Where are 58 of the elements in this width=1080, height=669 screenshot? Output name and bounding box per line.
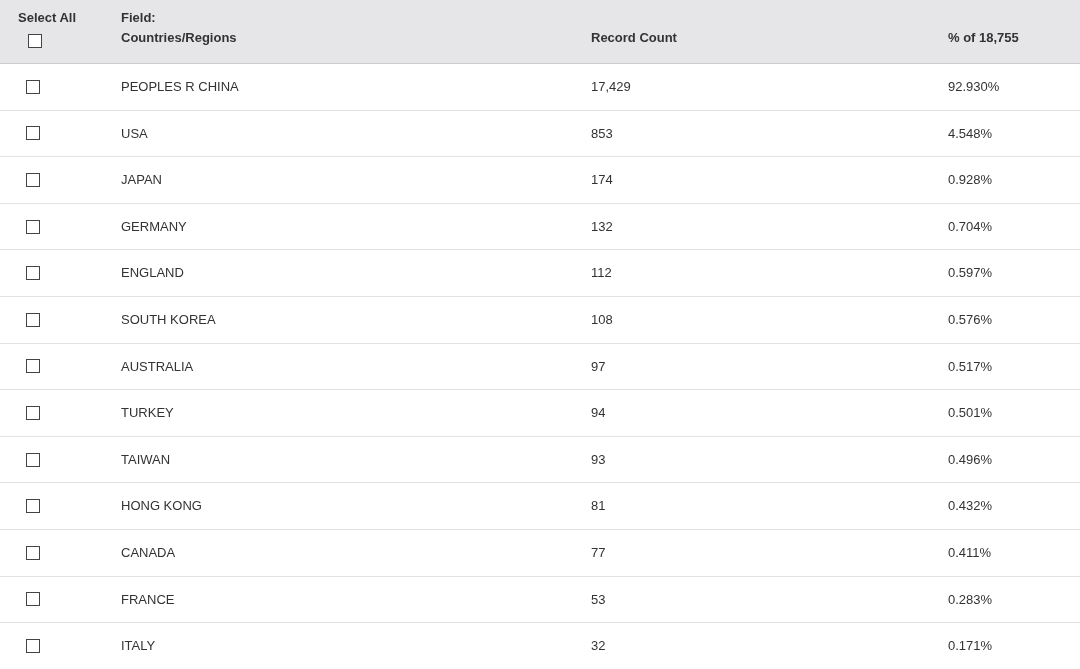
table-cell-text: 17,429 [591, 78, 632, 97]
checkbox[interactable] [26, 312, 40, 327]
table-cell-text: ITALY [121, 637, 157, 656]
table-cell-text: PEOPLES R CHINA [121, 78, 240, 97]
table-cell-text: CANADA [121, 544, 177, 562]
table-cell-text: 0.576% [948, 311, 994, 329]
checkbox[interactable] [26, 499, 40, 514]
checkbox[interactable] [26, 592, 40, 607]
table-cell-text: TAIWAN [121, 450, 172, 469]
table-cell-text: 0.928% [948, 171, 994, 190]
table-cell-text: AUSTRALIA [121, 357, 195, 376]
table-cell-text: USA [121, 124, 149, 143]
checkbox[interactable] [26, 545, 40, 560]
table-cell-text: 853 [591, 124, 614, 143]
checkbox[interactable] [26, 359, 40, 374]
table-cell-text: 77 [591, 544, 607, 562]
column-header: Record Count [591, 30, 677, 45]
table-cell-text: 4.548% [948, 124, 994, 143]
checkbox[interactable] [26, 173, 40, 187]
table-cell-text: 0.496% [948, 450, 994, 469]
table-cell-text: 0.517% [948, 357, 994, 376]
table-cell-text: 132 [591, 217, 614, 236]
table-cell-text: 32 [591, 637, 607, 656]
checkbox[interactable] [26, 452, 40, 467]
checkbox[interactable] [26, 405, 40, 420]
table-cell-text: 81 [591, 497, 607, 516]
table-cell-text: JAPAN [121, 171, 163, 190]
checkbox[interactable] [26, 266, 40, 281]
select-all-label: Select All [18, 9, 77, 27]
table-cell-text: 174 [591, 171, 614, 190]
table-cell-text: 0.411% [948, 544, 993, 562]
table-cell-text: 97 [591, 357, 607, 376]
table-cell-text: 0.283% [948, 590, 994, 609]
table-cell-text: 0.501% [948, 404, 994, 423]
table-cell-text: SOUTH KOREA [121, 311, 217, 329]
table-cell-text: HONG KONG [121, 497, 203, 516]
table-cell-text: 53 [591, 590, 607, 609]
checkbox[interactable] [26, 219, 40, 234]
column-header: Field: [121, 9, 157, 27]
table-cell-text: 94 [591, 404, 607, 423]
table-cell-text: GERMANY [121, 217, 188, 236]
checkbox[interactable] [26, 79, 40, 94]
table-cell-text: 93 [591, 450, 607, 469]
checkbox[interactable] [26, 638, 40, 653]
table-cell-text: 0.704% [948, 217, 994, 236]
table-cell-text: ENGLAND [121, 264, 185, 283]
table-cell-text: FRANCE [121, 590, 176, 609]
table-cell-text: 108 [591, 311, 614, 329]
column-header: Countries/Regions [121, 29, 238, 47]
table-cell-text: 112 [591, 264, 613, 283]
table-cell-text: 0.432% [948, 497, 994, 516]
table-cell-text: 0.171% [948, 637, 994, 656]
checkbox[interactable] [26, 126, 40, 141]
table-cell-text: 92.930% [948, 78, 1001, 97]
table-cell-text: TURKEY [121, 404, 175, 423]
table-cell-text: 0.597% [948, 264, 994, 283]
column-header: % of 18,755 [948, 30, 1019, 45]
checkbox[interactable] [28, 33, 42, 48]
